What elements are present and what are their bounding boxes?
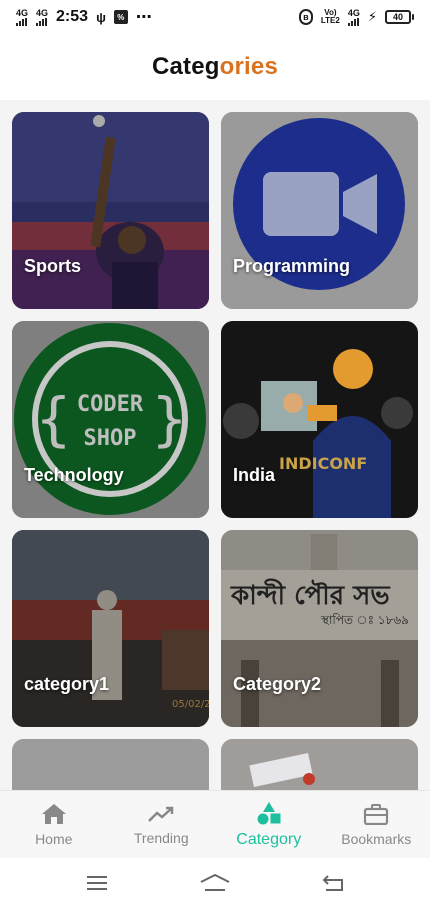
home-icon bbox=[41, 803, 66, 824]
category-card-category2[interactable]: কান্দী পৌর সভ স্থাপিত ঃ ১৮৬৯ Category2 bbox=[221, 530, 418, 727]
category-card-8[interactable] bbox=[221, 739, 418, 790]
category-card-india[interactable]: INDICONF India bbox=[221, 321, 418, 518]
home-system-icon[interactable] bbox=[200, 873, 230, 892]
india-thumbnail: INDICONF bbox=[221, 321, 418, 518]
category-label: Category2 bbox=[233, 674, 322, 694]
page-title-part2: ories bbox=[219, 53, 279, 80]
category-card-sports[interactable]: Sports bbox=[12, 112, 209, 309]
bluetooth-icon: в bbox=[298, 9, 313, 25]
category-card-programming[interactable]: Programming bbox=[221, 112, 418, 309]
category-label: category1 bbox=[24, 674, 110, 694]
signal-label-1: 4G bbox=[16, 7, 29, 18]
menu-icon[interactable] bbox=[86, 875, 108, 891]
network-label: 4G bbox=[347, 7, 360, 18]
nav-category[interactable]: Category bbox=[215, 791, 323, 858]
back-icon[interactable] bbox=[322, 874, 344, 892]
status-bar: 4G 4G 2:53 ψ % ⋯ в Vo) LTE2 4G ⚡ 40 bbox=[0, 0, 430, 34]
nav-trending[interactable]: Trending bbox=[108, 791, 216, 858]
category8-thumbnail bbox=[221, 739, 418, 790]
briefcase-icon bbox=[364, 803, 389, 825]
volte-icon: Vo) LTE2 bbox=[321, 9, 340, 25]
programming-thumbnail bbox=[221, 112, 418, 309]
signal-strength-icon-2: 4G bbox=[36, 7, 49, 26]
category-grid: Sports Programming { } CODER SHOP Techno… bbox=[12, 112, 418, 790]
page-title: Categories bbox=[152, 53, 278, 81]
status-left: 4G 4G 2:53 ψ % ⋯ bbox=[16, 7, 153, 27]
category-label: Programming bbox=[233, 256, 351, 276]
category-label: Sports bbox=[24, 256, 82, 276]
indiconf-text: INDICONF bbox=[279, 454, 367, 473]
nav-bookmarks[interactable]: Bookmarks bbox=[323, 791, 430, 858]
nav-trending-label: Trending bbox=[133, 829, 189, 846]
category-card-category1[interactable]: 05/02/2 category1 bbox=[12, 530, 209, 727]
nav-category-label: Category bbox=[236, 830, 302, 848]
category-card-technology[interactable]: { } CODER SHOP Technology bbox=[12, 321, 209, 518]
category-label: India bbox=[233, 465, 276, 485]
category-card-7[interactable] bbox=[12, 739, 209, 790]
notification-icon: % bbox=[113, 10, 128, 24]
system-navigation-bar bbox=[0, 858, 430, 907]
usb-icon: ψ bbox=[96, 9, 106, 25]
signal-label-2: 4G bbox=[36, 7, 49, 18]
bottom-navigation: Home Trending Category Bookmarks bbox=[0, 790, 430, 858]
more-notifications-icon: ⋯ bbox=[135, 9, 153, 26]
status-time: 2:53 bbox=[56, 8, 89, 25]
trending-icon bbox=[148, 806, 174, 822]
nav-home[interactable]: Home bbox=[0, 791, 108, 858]
volte-bottom: LTE2 bbox=[320, 16, 340, 25]
battery-level: 40 bbox=[385, 10, 411, 24]
category-icon bbox=[257, 801, 281, 824]
battery-icon: 40 bbox=[385, 10, 414, 24]
nav-home-label: Home bbox=[35, 830, 73, 847]
network-signal-icon: 4G bbox=[347, 7, 360, 26]
category-label: Technology bbox=[24, 465, 124, 485]
app-header: Categories bbox=[0, 34, 430, 100]
category7-thumbnail bbox=[12, 739, 209, 790]
signal-strength-icon-1: 4G bbox=[16, 7, 29, 26]
category-list[interactable]: Sports Programming { } CODER SHOP Techno… bbox=[0, 100, 430, 790]
nav-bookmarks-label: Bookmarks bbox=[341, 830, 412, 847]
status-right: в Vo) LTE2 4G ⚡ 40 bbox=[298, 7, 414, 26]
charging-icon: ⚡ bbox=[367, 9, 377, 24]
page-title-part1: Categ bbox=[151, 53, 220, 80]
